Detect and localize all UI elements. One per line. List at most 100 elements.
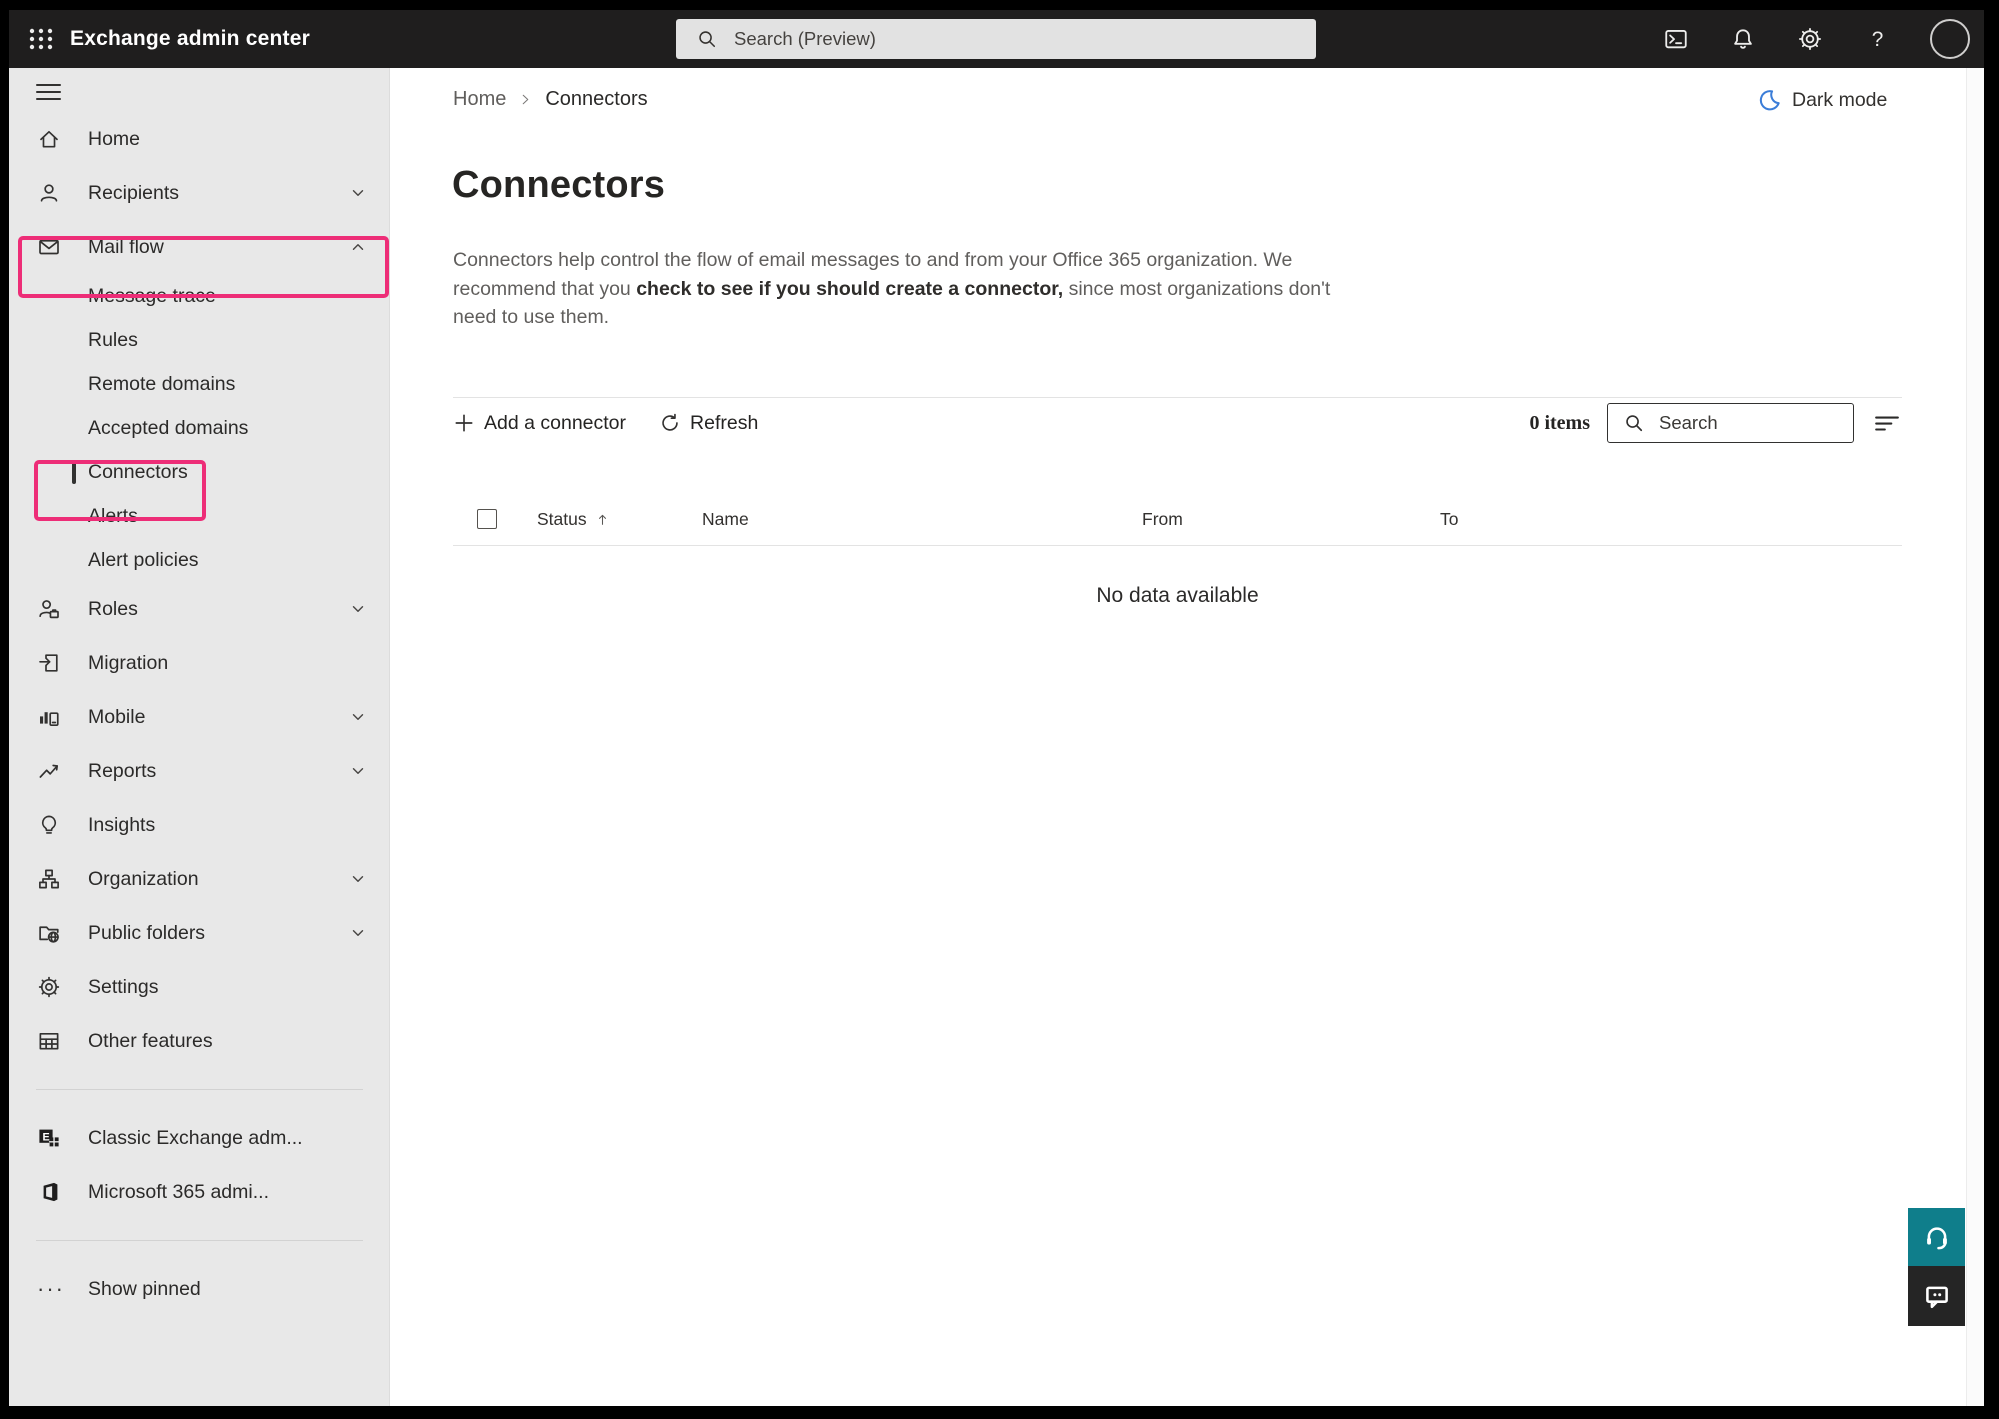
sidebar-item-migration[interactable]: Migration	[9, 636, 389, 690]
sidebar-item-recipients[interactable]: Recipients	[9, 166, 389, 220]
bell-icon	[1730, 26, 1756, 52]
sidebar-item-alert-policies[interactable]: Alert policies	[9, 538, 389, 582]
sidebar-item-public-folders[interactable]: Public folders	[9, 906, 389, 960]
sidebar-item-mail-flow[interactable]: Mail flow	[9, 220, 389, 274]
sidebar-item-label: Show pinned	[88, 1278, 201, 1301]
topbar-icon-group: ?	[1662, 10, 1970, 68]
items-count: 0 items	[1529, 412, 1590, 435]
powershell-button[interactable]	[1662, 25, 1690, 53]
sidebar-item-label: Microsoft 365 admi...	[88, 1181, 269, 1204]
mail-icon	[36, 234, 62, 260]
sidebar-item-roles[interactable]: Roles	[9, 582, 389, 636]
lightbulb-icon	[36, 812, 62, 838]
list-search-box[interactable]	[1607, 403, 1854, 443]
sidebar-divider	[36, 1089, 363, 1090]
description-emphasis: check to see if you should create a conn…	[636, 278, 1063, 300]
ellipsis-icon: ···	[37, 1276, 66, 1302]
table-header-row: Status Name From To	[453, 504, 1902, 534]
sidebar-item-label: Reports	[88, 760, 156, 783]
sidebar-item-label: Recipients	[88, 182, 179, 205]
chevron-up-icon	[349, 238, 367, 256]
help-support-button[interactable]	[1908, 1208, 1965, 1266]
refresh-button[interactable]: Refresh	[659, 412, 758, 435]
sidebar-divider	[36, 1240, 363, 1241]
sidebar-item-organization[interactable]: Organization	[9, 852, 389, 906]
chevron-down-icon	[349, 924, 367, 942]
sidebar-item-home[interactable]: Home	[9, 112, 389, 166]
gear-icon	[36, 974, 62, 1000]
chevron-down-icon	[349, 600, 367, 618]
select-all-checkbox[interactable]	[477, 509, 497, 529]
refresh-label: Refresh	[690, 412, 758, 435]
sidebar-item-remote-domains[interactable]: Remote domains	[9, 362, 389, 406]
dark-mode-label: Dark mode	[1792, 89, 1887, 112]
toolbar-right-group: 0 items	[1529, 403, 1902, 443]
sidebar-item-connectors[interactable]: Connectors	[9, 450, 389, 494]
line-chart-icon	[36, 758, 62, 784]
folder-globe-icon	[36, 920, 62, 946]
sidebar-item-other-features[interactable]: Other features	[9, 1014, 389, 1068]
sidebar-nav: Home Recipients Mail flow Message trace	[9, 68, 390, 1406]
sidebar-item-label: Accepted domains	[88, 417, 248, 440]
sidebar-item-reports[interactable]: Reports	[9, 744, 389, 798]
filter-icon	[1874, 410, 1900, 436]
page-title: Connectors	[452, 164, 665, 207]
sidebar-item-insights[interactable]: Insights	[9, 798, 389, 852]
chevron-down-icon	[349, 184, 367, 202]
feedback-button[interactable]	[1908, 1266, 1965, 1326]
global-search-input[interactable]	[732, 27, 1304, 51]
column-header-from[interactable]: From	[1142, 504, 1183, 534]
chevron-down-icon	[349, 708, 367, 726]
filter-button[interactable]	[1872, 408, 1902, 438]
add-connector-label: Add a connector	[484, 412, 626, 435]
org-chart-icon	[36, 866, 62, 892]
add-connector-button[interactable]: Add a connector	[453, 412, 626, 435]
top-app-bar: Exchange admin center	[9, 10, 1984, 68]
sidebar-item-accepted-domains[interactable]: Accepted domains	[9, 406, 389, 450]
sidebar-item-label: Roles	[88, 598, 138, 621]
sidebar-item-show-pinned[interactable]: ··· Show pinned	[9, 1262, 389, 1316]
sidebar-item-label: Mobile	[88, 706, 145, 729]
global-search-box[interactable]	[676, 19, 1316, 59]
sidebar-item-rules[interactable]: Rules	[9, 318, 389, 362]
headset-icon	[1922, 1222, 1952, 1252]
settings-button[interactable]	[1796, 25, 1824, 53]
dark-mode-toggle[interactable]: Dark mode	[1758, 88, 1887, 112]
column-header-to[interactable]: To	[1440, 504, 1458, 534]
nav-collapse-button[interactable]	[36, 84, 61, 100]
sidebar-item-settings[interactable]: Settings	[9, 960, 389, 1014]
sidebar-item-label: Remote domains	[88, 373, 235, 396]
waffle-icon	[28, 26, 54, 52]
breadcrumb-home-link[interactable]: Home	[453, 88, 506, 111]
sidebar-item-label: Mail flow	[88, 236, 164, 259]
main-content: Home Connectors Dark mode Connectors Con…	[390, 68, 1984, 1406]
selected-indicator	[72, 460, 76, 484]
table-grid-icon	[36, 1028, 62, 1054]
chevron-down-icon	[349, 870, 367, 888]
help-button-topbar[interactable]: ?	[1863, 25, 1891, 53]
sidebar-item-message-trace[interactable]: Message trace	[9, 274, 389, 318]
column-label: To	[1440, 509, 1458, 530]
list-search-input[interactable]	[1657, 411, 1843, 435]
column-label: From	[1142, 509, 1183, 530]
sidebar-item-label: Alert policies	[88, 549, 199, 572]
sidebar-item-mobile[interactable]: Mobile	[9, 690, 389, 744]
sidebar-item-classic-exchange[interactable]: E Classic Exchange adm...	[9, 1111, 389, 1165]
account-avatar[interactable]	[1930, 19, 1970, 59]
column-header-status[interactable]: Status	[537, 504, 610, 534]
chart-phone-icon	[36, 704, 62, 730]
sidebar-item-m365-admin[interactable]: Microsoft 365 admi...	[9, 1165, 389, 1219]
app-launcher-button[interactable]	[24, 22, 58, 56]
vertical-scrollbar[interactable]	[1966, 68, 1984, 1406]
select-all-checkbox-cell	[477, 504, 497, 534]
sidebar-item-label: Other features	[88, 1030, 213, 1053]
toolbar-divider	[453, 397, 1902, 398]
notifications-button[interactable]	[1729, 25, 1757, 53]
gear-icon	[1797, 26, 1823, 52]
column-header-name[interactable]: Name	[702, 504, 749, 534]
sidebar-item-alerts[interactable]: Alerts	[9, 494, 389, 538]
breadcrumb: Home Connectors	[453, 86, 648, 112]
sidebar-item-label: Public folders	[88, 922, 205, 945]
moon-icon	[1758, 88, 1782, 112]
sidebar-item-label: Classic Exchange adm...	[88, 1127, 303, 1150]
